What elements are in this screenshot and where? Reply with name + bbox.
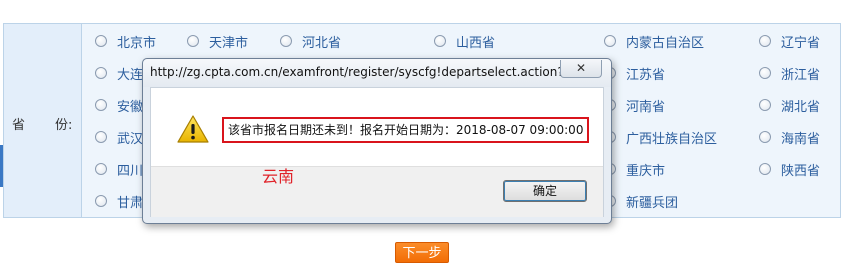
- province-option-jiangsu[interactable]: 江苏省: [604, 63, 665, 83]
- province-option-label: 江苏省: [626, 67, 666, 83]
- radio-icon[interactable]: [95, 131, 107, 143]
- province-option-label: 陕西省: [781, 163, 821, 179]
- radio-icon[interactable]: [95, 67, 107, 79]
- province-option-wuhan[interactable]: 武汉: [95, 127, 143, 147]
- province-option-xinjiang-bingtuan[interactable]: 新疆兵团: [604, 191, 678, 211]
- province-option-label: 辽宁省: [781, 35, 821, 51]
- radio-icon[interactable]: [434, 35, 446, 47]
- province-option-zhejiang[interactable]: 浙江省: [759, 63, 820, 83]
- radio-icon[interactable]: [759, 99, 771, 111]
- province-option-label: 河北省: [302, 35, 342, 51]
- radio-icon[interactable]: [280, 35, 292, 47]
- radio-icon[interactable]: [759, 163, 771, 175]
- close-button[interactable]: ✕: [560, 60, 602, 78]
- province-option-sichuan[interactable]: 四川: [95, 159, 143, 179]
- province-option-label: 海南省: [781, 131, 821, 147]
- province-option-label: 河南省: [626, 99, 666, 115]
- province-label-part2: 份:: [55, 118, 73, 133]
- page: 省 份: 北京市 天津市 河北省 山西省 内蒙古自治区 辽宁省 大连 江苏省 浙江…: [0, 0, 850, 274]
- province-option-label: 北京市: [117, 35, 157, 51]
- dialog-body: 该省市报名日期还未到！报名开始日期为：2018-08-07 09:00:00 确…: [150, 87, 604, 217]
- left-accent-bar: [0, 145, 3, 187]
- province-option-tianjin[interactable]: 天津市: [187, 31, 248, 51]
- annotation-yunnan: 云南: [262, 167, 295, 186]
- province-option-hubei[interactable]: 湖北省: [759, 95, 820, 115]
- province-option-gansu[interactable]: 甘肃: [95, 191, 143, 211]
- province-option-label: 四川: [117, 163, 144, 179]
- province-option-anhui[interactable]: 安徽: [95, 95, 143, 115]
- province-option-shanxi[interactable]: 山西省: [434, 31, 495, 51]
- province-option-guangxi[interactable]: 广西壮族自治区: [604, 127, 717, 147]
- province-option-label: 内蒙古自治区: [626, 35, 705, 51]
- radio-icon[interactable]: [759, 131, 771, 143]
- province-option-chongqing[interactable]: 重庆市: [604, 159, 665, 179]
- province-option-label: 安徽: [117, 99, 144, 115]
- next-step-button[interactable]: 下一步: [395, 242, 449, 263]
- radio-icon[interactable]: [95, 195, 107, 207]
- province-label-part1: 省: [12, 118, 26, 133]
- dialog-title: http://zg.cpta.com.cn/examfront/register…: [150, 65, 576, 79]
- province-option-liaoning[interactable]: 辽宁省: [759, 31, 820, 51]
- province-label-cell: 省 份:: [4, 24, 82, 217]
- warning-icon: [177, 115, 209, 143]
- ok-button[interactable]: 确定: [503, 180, 587, 202]
- alert-dialog: http://zg.cpta.com.cn/examfront/register…: [142, 58, 612, 224]
- radio-icon[interactable]: [759, 35, 771, 47]
- dialog-titlebar[interactable]: http://zg.cpta.com.cn/examfront/register…: [143, 59, 611, 87]
- province-option-label: 甘肃: [117, 195, 144, 211]
- province-option-label: 天津市: [209, 35, 249, 51]
- close-icon: ✕: [575, 61, 587, 75]
- province-option-label: 武汉: [117, 131, 144, 147]
- radio-icon[interactable]: [759, 67, 771, 79]
- province-option-beijing[interactable]: 北京市: [95, 31, 156, 51]
- province-option-dalian[interactable]: 大连: [95, 63, 143, 83]
- province-option-shaanxi[interactable]: 陕西省: [759, 159, 820, 179]
- dialog-footer: 确定: [151, 166, 603, 217]
- alert-message: 该省市报名日期还未到！报名开始日期为：2018-08-07 09:00:00: [222, 117, 590, 143]
- province-option-label: 广西壮族自治区: [626, 131, 718, 147]
- province-option-neimenggu[interactable]: 内蒙古自治区: [604, 31, 704, 51]
- radio-icon[interactable]: [187, 35, 199, 47]
- province-option-label: 浙江省: [781, 67, 821, 83]
- province-option-label: 湖北省: [781, 99, 821, 115]
- province-option-label: 山西省: [456, 35, 496, 51]
- province-option-label: 重庆市: [626, 163, 666, 179]
- radio-icon[interactable]: [95, 35, 107, 47]
- radio-icon[interactable]: [604, 35, 616, 47]
- province-option-hainan[interactable]: 海南省: [759, 127, 820, 147]
- province-option-henan[interactable]: 河南省: [604, 95, 665, 115]
- radio-icon[interactable]: [95, 99, 107, 111]
- province-option-label: 新疆兵团: [626, 195, 679, 211]
- radio-icon[interactable]: [95, 163, 107, 175]
- province-label: 省 份:: [12, 114, 72, 133]
- province-option-hebei[interactable]: 河北省: [280, 31, 341, 51]
- province-option-label: 大连: [117, 67, 144, 83]
